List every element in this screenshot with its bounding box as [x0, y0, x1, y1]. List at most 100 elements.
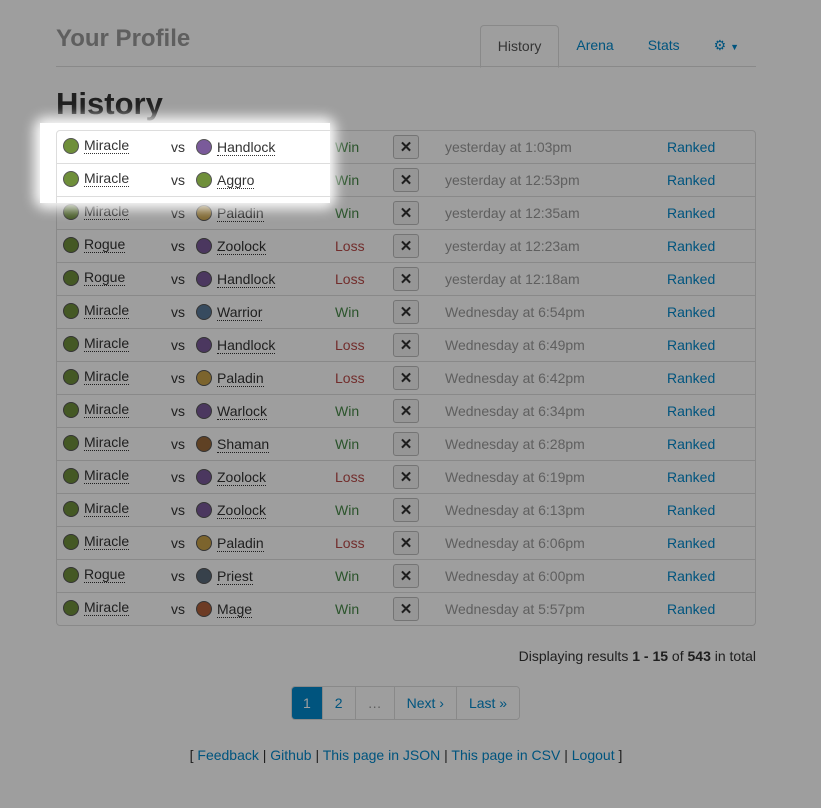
deck-link[interactable]: Miracle [84, 434, 130, 452]
vs-label: vs [171, 568, 185, 584]
mode-link[interactable]: Ranked [667, 295, 755, 328]
opponent-link[interactable]: Zoolock [217, 469, 267, 486]
mode-link[interactable]: Ranked [667, 262, 755, 295]
json-link[interactable]: This page in JSON [323, 747, 441, 763]
delete-button[interactable]: ✕ [393, 399, 419, 423]
deck-class-icon [63, 236, 79, 253]
deck: Miracle [63, 401, 130, 419]
tab-stats[interactable]: Stats [631, 25, 697, 66]
highlight-opponent-link[interactable]: Handlock [217, 139, 276, 156]
mode-link[interactable]: Ranked [667, 196, 755, 229]
mode-link[interactable]: Ranked [667, 394, 755, 427]
mode-link[interactable]: Ranked [667, 229, 755, 262]
deck-link[interactable]: Rogue [84, 269, 126, 287]
logout-link[interactable]: Logout [572, 747, 615, 763]
result-text: Win [335, 139, 360, 155]
opponent-link[interactable]: Handlock [217, 271, 276, 288]
delete-button[interactable]: ✕ [393, 267, 419, 291]
deck-cell: Miracle [57, 460, 171, 493]
page-2-button[interactable]: 2 [321, 687, 355, 719]
opponent-link[interactable]: Priest [217, 568, 253, 585]
delete-button[interactable]: ✕ [393, 465, 419, 489]
mode-link[interactable]: Ranked [667, 131, 755, 163]
deck-link[interactable]: Miracle [84, 368, 130, 386]
opponent-link[interactable]: Mage [217, 601, 253, 618]
opponent-cell: vs Paladin [171, 361, 335, 394]
crossed-swords-icon: ✕ [399, 337, 413, 354]
mode-link[interactable]: Ranked [667, 592, 755, 625]
highlight-opponent-cell: vs Handlock [171, 131, 330, 163]
delete-button[interactable]: ✕ [393, 300, 419, 324]
highlight-deck-link[interactable]: Miracle [84, 170, 130, 188]
highlight-deck-cell: Miracle [57, 196, 171, 203]
highlight-deck-link[interactable]: Miracle [84, 137, 130, 155]
vs-label: vs [171, 271, 185, 287]
deck-link[interactable]: Miracle [84, 500, 130, 518]
opponent: vs Zoolock [171, 238, 267, 255]
delete-button[interactable]: ✕ [393, 135, 419, 159]
mode-link[interactable]: Ranked [667, 328, 755, 361]
table-row: Miracle vs Zoolock Loss ✕ Wednesday at 6… [57, 460, 755, 493]
last-page-button[interactable]: Last » [455, 687, 520, 719]
opponent-link[interactable]: Zoolock [217, 502, 267, 519]
delete-button[interactable]: ✕ [393, 168, 419, 192]
opponent-cell: vs Zoolock [171, 493, 335, 526]
delete-button[interactable]: ✕ [393, 564, 419, 588]
opponent-link[interactable]: Handlock [217, 337, 276, 354]
csv-link[interactable]: This page in CSV [451, 747, 560, 763]
opponent-link[interactable]: Zoolock [217, 238, 267, 255]
delete-button[interactable]: ✕ [393, 333, 419, 357]
deck: Rogue [63, 269, 126, 287]
mode-link[interactable]: Ranked [667, 460, 755, 493]
mode-link[interactable]: Ranked [667, 559, 755, 592]
opponent-class-icon [196, 205, 212, 221]
deck-link[interactable]: Miracle [84, 533, 130, 551]
result-text: Loss [335, 328, 393, 361]
opponent-link[interactable]: Paladin [217, 205, 264, 222]
deck-link[interactable]: Miracle [84, 599, 130, 617]
opponent-link[interactable]: Paladin [217, 370, 264, 387]
deck: Miracle [63, 302, 130, 320]
deck-link[interactable]: Rogue [84, 236, 126, 254]
footer-separator: | [564, 747, 568, 763]
deck-link[interactable]: Miracle [84, 203, 130, 221]
delete-button[interactable]: ✕ [393, 201, 419, 225]
deck-link[interactable]: Miracle [84, 467, 130, 485]
mode-link[interactable]: Ranked [667, 163, 755, 196]
brand-title[interactable]: Your Profile [56, 25, 190, 53]
delete-button[interactable]: ✕ [393, 366, 419, 390]
time-text: yesterday at 12:23am [445, 229, 667, 262]
delete-button[interactable]: ✕ [393, 234, 419, 258]
highlight-opponent-link[interactable]: Aggro [217, 172, 255, 189]
page-1-button[interactable]: 1 [292, 687, 322, 719]
feedback-link[interactable]: Feedback [197, 747, 258, 763]
results-range: 1 - 15 [632, 648, 669, 664]
delete-button[interactable]: ✕ [393, 498, 419, 522]
deck-link[interactable]: Miracle [84, 335, 130, 353]
result-text: Loss [335, 262, 393, 295]
mode-link[interactable]: Ranked [667, 493, 755, 526]
tab-history[interactable]: History [479, 25, 560, 68]
mode-link[interactable]: Ranked [667, 361, 755, 394]
next-page-button[interactable]: Next › [393, 687, 456, 719]
opponent-link[interactable]: Paladin [217, 535, 264, 552]
opponent-link[interactable]: Shaman [217, 436, 270, 453]
opponent-link[interactable]: Warrior [217, 304, 263, 321]
tab-arena[interactable]: Arena [559, 25, 630, 66]
settings-dropdown[interactable]: ⚙ ▼ [697, 25, 756, 66]
crossed-swords-icon: ✕ [399, 238, 413, 255]
github-link[interactable]: Github [270, 747, 311, 763]
mode-link[interactable]: Ranked [667, 427, 755, 460]
table-row: Rogue vs Priest Win ✕ Wednesday at 6:00p… [57, 559, 755, 592]
table-row: Miracle vs Paladin Loss ✕ Wednesday at 6… [57, 526, 755, 559]
opponent-link[interactable]: Warlock [217, 403, 268, 420]
mode-link[interactable]: Ranked [667, 526, 755, 559]
deck-link[interactable]: Miracle [84, 401, 130, 419]
deck-link[interactable]: Miracle [84, 302, 130, 320]
delete-button[interactable]: ✕ [393, 432, 419, 456]
delete-button[interactable]: ✕ [393, 531, 419, 555]
page-title: History [56, 86, 163, 121]
results-summary: Displaying results 1 - 15 of 543 in tota… [519, 648, 756, 664]
delete-button[interactable]: ✕ [393, 597, 419, 621]
deck-link[interactable]: Rogue [84, 566, 126, 584]
